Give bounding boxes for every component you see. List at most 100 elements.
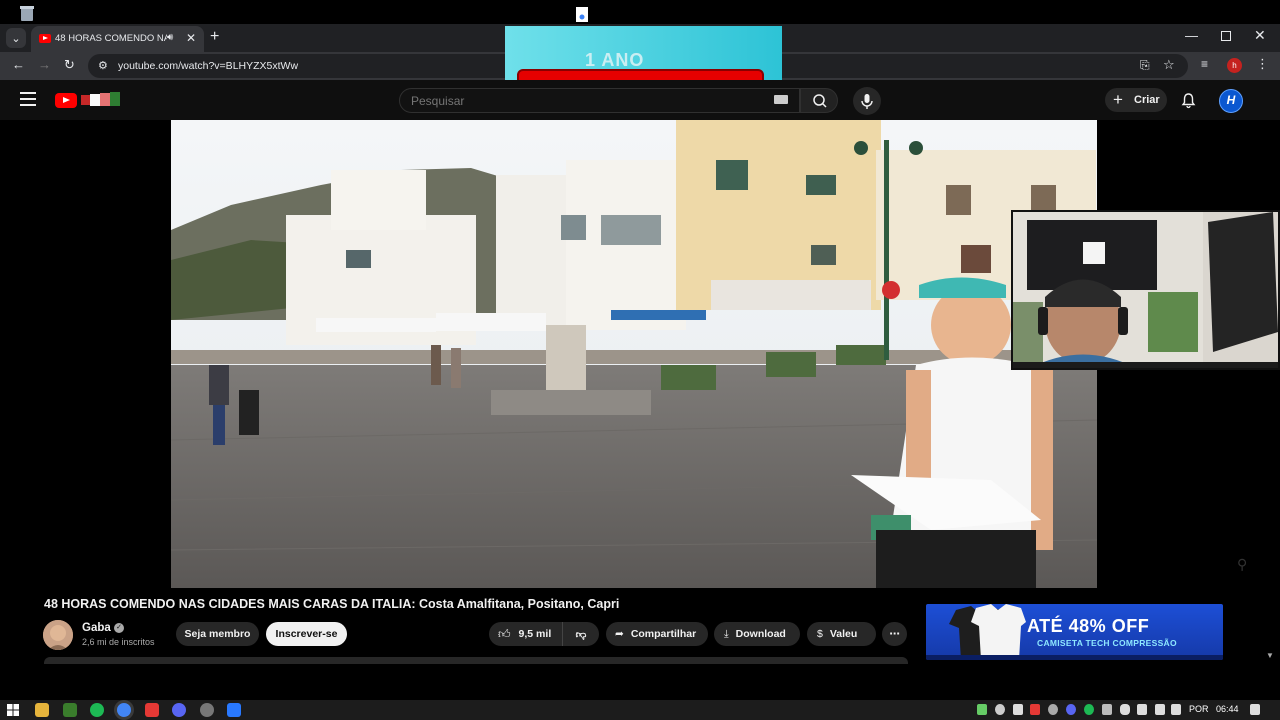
- ad-banner[interactable]: ATÉ 48% OFF CAMISETA TECH COMPRESSÃO: [926, 604, 1223, 660]
- webcam-overlay: [1011, 210, 1280, 370]
- tray-volume-icon[interactable]: [1171, 704, 1181, 715]
- youtube-doodle-logo[interactable]: [81, 91, 121, 109]
- close-window-button[interactable]: ✕: [1254, 27, 1266, 44]
- thanks-label: Valeu: [829, 628, 858, 640]
- tab-title: 48 HORAS COMENDO NAS CIDADES MAIS CARAS …: [55, 33, 167, 44]
- recycle-bin-icon[interactable]: [18, 5, 36, 21]
- like-button[interactable]: 👍︎ 9,5 mil: [489, 622, 562, 646]
- tab-close-icon[interactable]: ✕: [186, 31, 196, 45]
- discord-icon[interactable]: [172, 703, 186, 717]
- video-title: 48 HORAS COMENDO NAS CIDADES MAIS CARAS …: [44, 597, 620, 611]
- join-button[interactable]: Seja membro: [176, 622, 259, 646]
- search-input[interactable]: [411, 94, 751, 108]
- ad-bottom-strip: [926, 655, 1223, 660]
- subscribe-button[interactable]: Inscrever-se: [266, 622, 347, 646]
- tray-steam-icon[interactable]: [1048, 704, 1058, 715]
- video-scene-image: [171, 120, 1097, 588]
- windows-taskbar: POR 06:44: [0, 700, 1280, 720]
- subscriber-count: 2,6 mi de inscritos: [82, 637, 155, 647]
- recorder-icon[interactable]: [145, 703, 159, 717]
- share-button[interactable]: ➦ Compartilhar: [606, 622, 708, 646]
- scroll-down-arrow-icon[interactable]: ▼: [1266, 651, 1274, 660]
- spotify-icon[interactable]: [90, 703, 104, 717]
- url-text[interactable]: youtube.com/watch?v=BLHYZX5xtWw: [118, 60, 298, 72]
- thumbs-down-icon: 👎︎: [575, 628, 587, 641]
- video-frame[interactable]: [171, 120, 1097, 588]
- tab-search-button[interactable]: ⌄: [6, 28, 26, 48]
- keyboard-icon[interactable]: [774, 95, 788, 104]
- install-app-icon[interactable]: ⎘: [1140, 58, 1150, 73]
- store-icon[interactable]: [63, 703, 77, 717]
- tray-monitor-icon[interactable]: [1102, 704, 1112, 715]
- create-label: Criar: [1134, 94, 1160, 106]
- reload-icon[interactable]: ↻: [64, 57, 75, 73]
- webcam-image: [1013, 212, 1278, 368]
- like-count: 9,5 mil: [518, 628, 552, 640]
- site-info-icon[interactable]: ⚙︎: [98, 59, 108, 72]
- browser-menu-icon[interactable]: ⋮: [1256, 56, 1269, 72]
- maximize-button[interactable]: [1221, 31, 1231, 41]
- super-thanks-icon: $: [817, 628, 823, 640]
- overlay-text: 1 ANO: [585, 50, 645, 70]
- app-icon[interactable]: [227, 703, 241, 717]
- share-arrow-icon: ➦: [615, 628, 624, 640]
- new-tab-button[interactable]: +: [210, 28, 219, 46]
- tray-gpu-icon[interactable]: [977, 704, 987, 715]
- channel-avatar[interactable]: [43, 620, 73, 650]
- back-arrow-icon[interactable]: ←: [12, 57, 25, 72]
- share-label: Compartilhar: [630, 628, 697, 640]
- windows-start-icon[interactable]: [6, 703, 20, 717]
- thumbs-up-icon: 👍︎: [498, 626, 511, 641]
- file-explorer-icon[interactable]: [35, 703, 49, 717]
- tray-discord-icon[interactable]: [1066, 704, 1076, 715]
- obs-icon[interactable]: [200, 703, 214, 717]
- tray-spotify-icon[interactable]: [1084, 704, 1094, 715]
- search-button[interactable]: [800, 88, 838, 113]
- download-button[interactable]: ⤓ Download: [714, 622, 800, 646]
- forward-arrow-icon[interactable]: →: [38, 57, 51, 72]
- plus-icon: +: [1113, 90, 1123, 109]
- tshirt-ad-image: [949, 604, 1026, 660]
- desktop-strip: [0, 0, 1280, 24]
- tray-shield-icon[interactable]: [1013, 704, 1023, 715]
- download-label: Download: [735, 628, 786, 640]
- tray-mic-icon[interactable]: [1120, 704, 1130, 715]
- search-box[interactable]: [399, 88, 800, 113]
- profile-avatar[interactable]: h: [1227, 58, 1242, 73]
- download-icon: ⤓: [724, 627, 729, 640]
- channel-avatar-image: [43, 620, 73, 650]
- tray-language[interactable]: POR: [1189, 704, 1209, 714]
- tray-usb-icon[interactable]: [1137, 704, 1147, 715]
- youtube-logo-icon[interactable]: [55, 93, 77, 108]
- description-box[interactable]: [44, 657, 908, 664]
- bookmark-star-icon[interactable]: ☆: [1163, 57, 1175, 73]
- thanks-button[interactable]: $ Valeu: [807, 622, 876, 646]
- youtube-favicon-icon: [39, 34, 51, 43]
- tray-recorder-icon[interactable]: [1030, 704, 1040, 715]
- microphone-icon: [861, 94, 873, 109]
- player-watermark-icon: ⚲: [1237, 556, 1248, 572]
- voice-search-button[interactable]: [853, 87, 881, 115]
- video-player[interactable]: ⚲: [0, 120, 1280, 588]
- dislike-button[interactable]: 👎︎: [562, 622, 599, 646]
- tray-clock[interactable]: 06:44: [1216, 704, 1239, 714]
- tray-headset-icon[interactable]: [995, 704, 1005, 715]
- menu-icon[interactable]: [20, 92, 36, 106]
- channel-name[interactable]: Gaba: [82, 622, 111, 634]
- create-button[interactable]: + Criar: [1105, 88, 1167, 112]
- account-avatar[interactable]: H: [1219, 89, 1243, 113]
- youtube-masthead: + Criar H: [0, 80, 1280, 120]
- audio-playing-icon[interactable]: 🔊︎: [167, 32, 173, 43]
- music-file-icon[interactable]: [574, 7, 590, 22]
- notification-center-icon[interactable]: [1250, 704, 1260, 715]
- more-actions-button[interactable]: ⋯: [882, 622, 907, 646]
- ad-subline: CAMISETA TECH COMPRESSÃO: [1037, 638, 1177, 648]
- browser-tab-active[interactable]: 48 HORAS COMENDO NAS CIDADES MAIS CARAS …: [31, 26, 204, 52]
- ad-headline: ATÉ 48% OFF: [1027, 616, 1150, 636]
- tray-network-icon[interactable]: [1155, 704, 1165, 715]
- notifications-bell-icon[interactable]: [1180, 92, 1197, 109]
- minimize-button[interactable]: —: [1185, 28, 1198, 43]
- chrome-icon[interactable]: [117, 703, 131, 717]
- media-control-icon[interactable]: ≡: [1201, 57, 1208, 71]
- search-icon: [813, 94, 827, 108]
